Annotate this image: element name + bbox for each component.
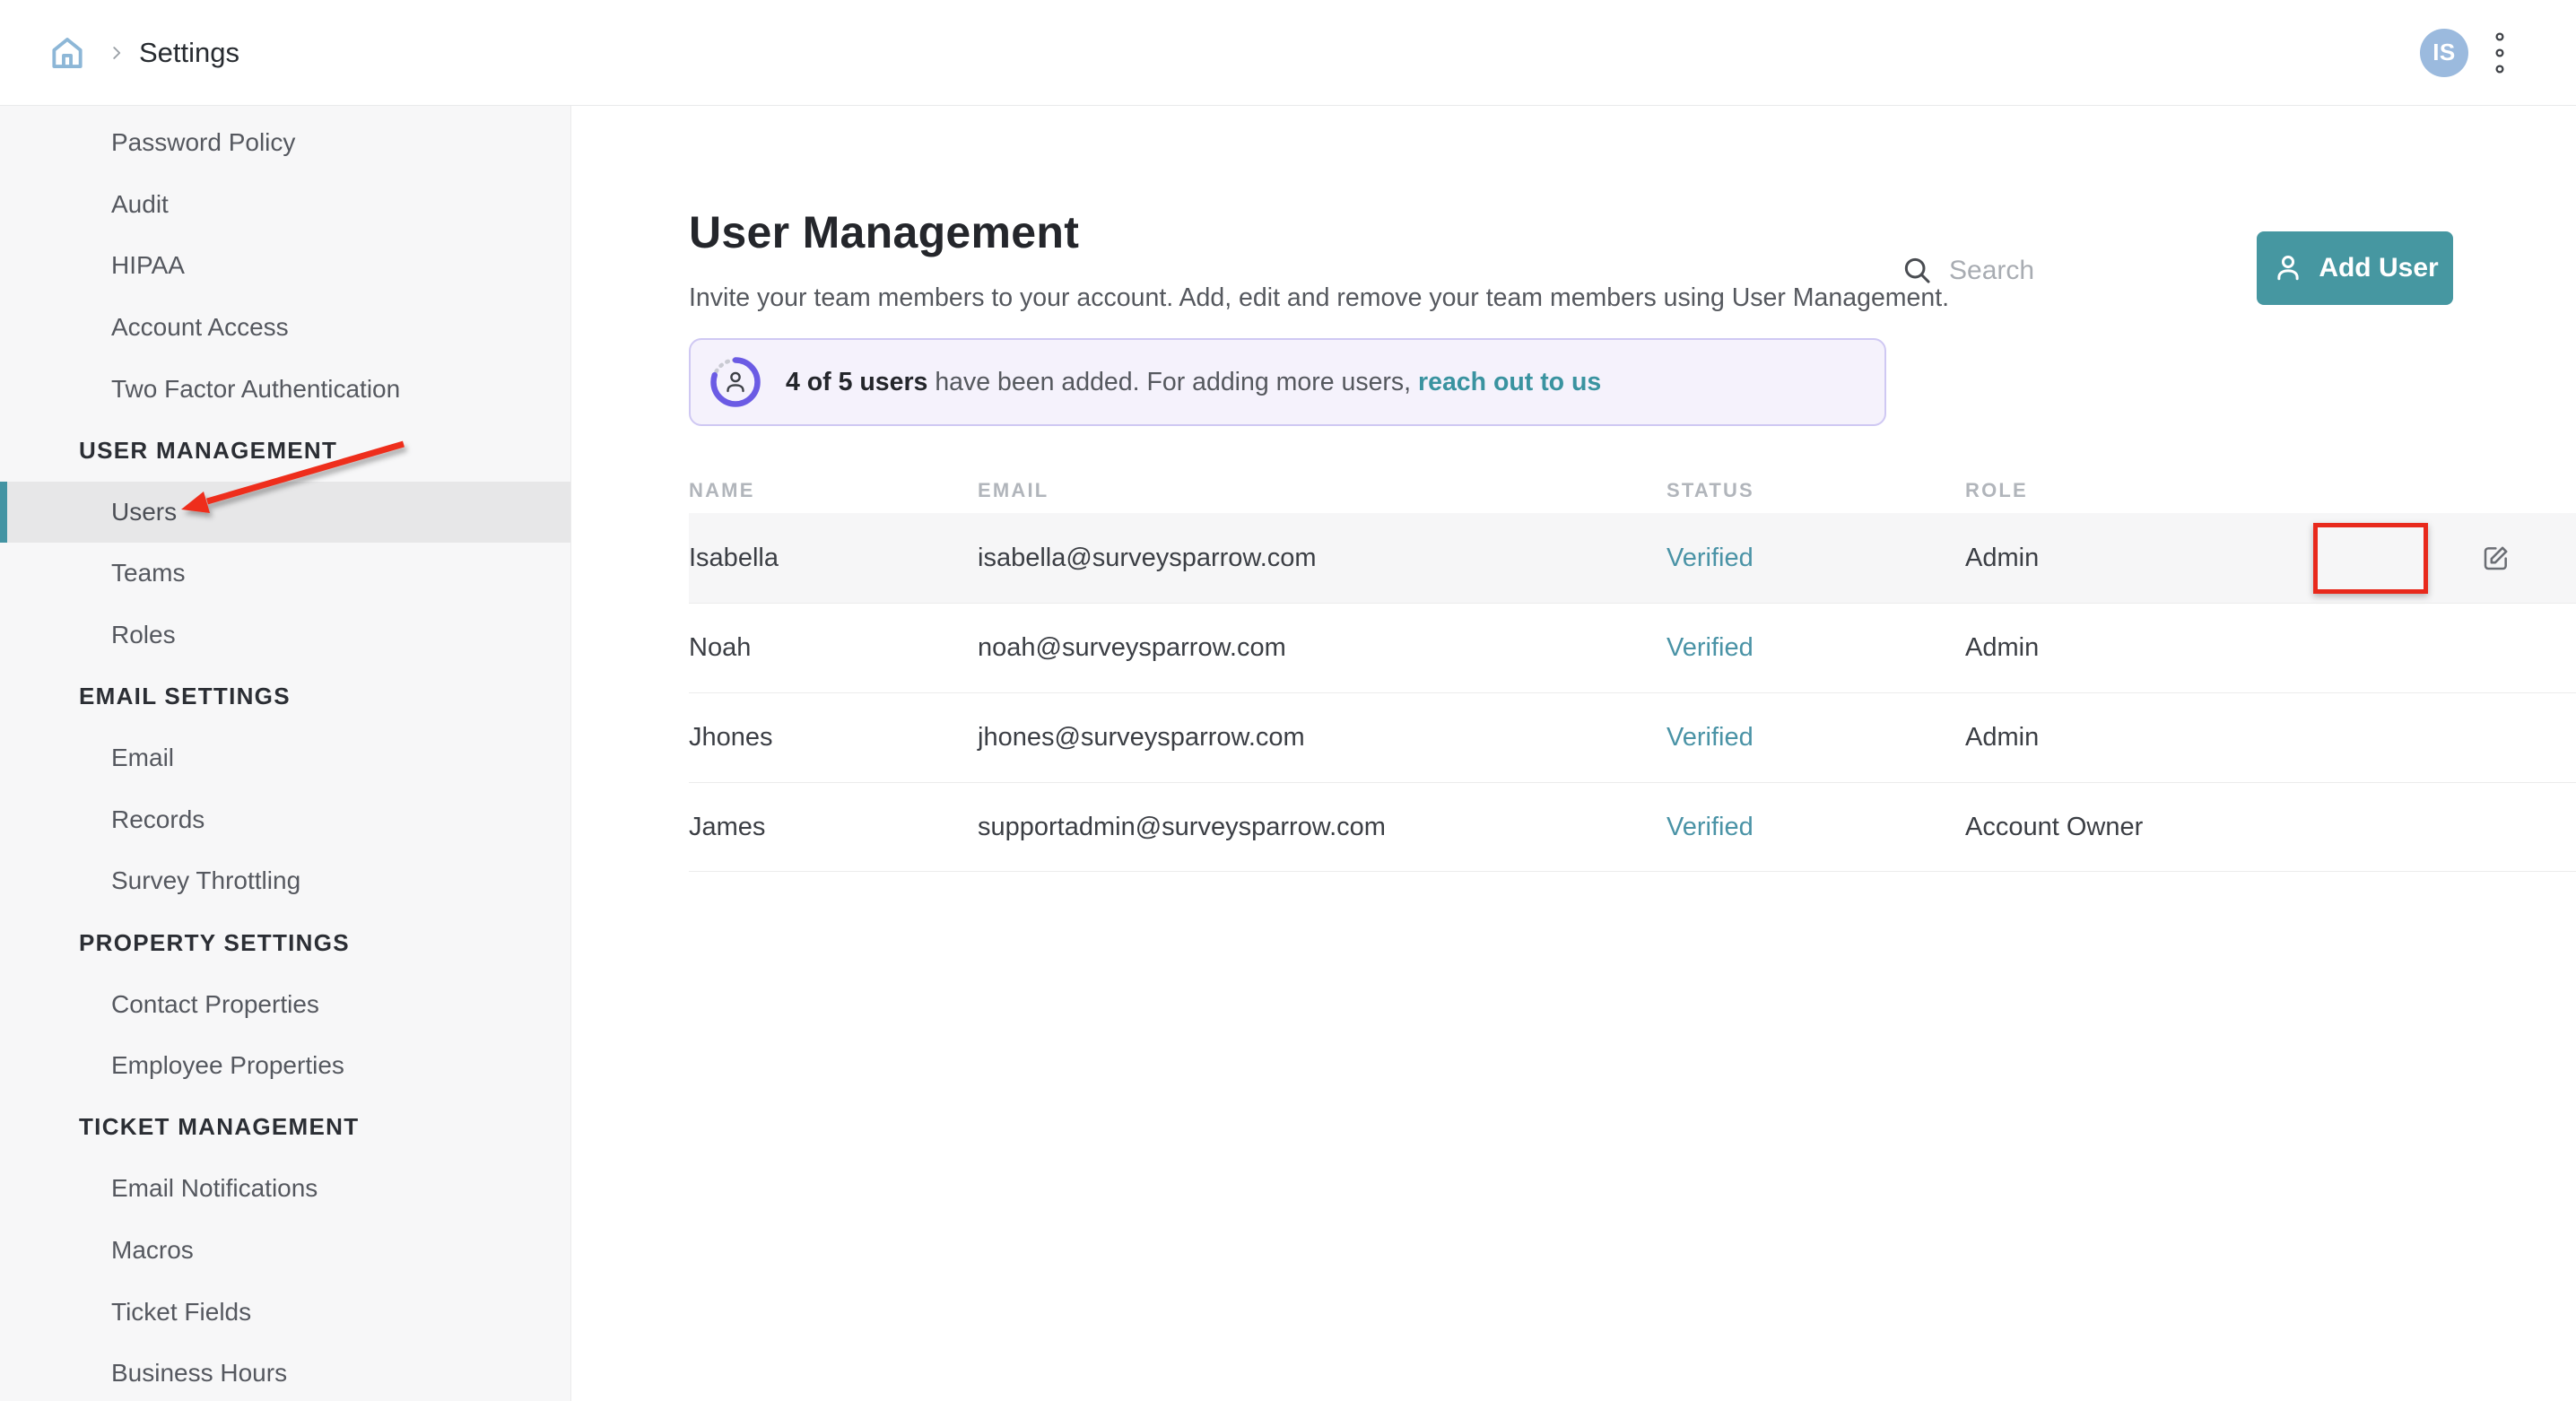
cell-name: Jhones [689, 723, 978, 753]
sidebar-item-hipaa[interactable]: HIPAA [0, 235, 570, 297]
col-header-status: STATUS [1667, 479, 1965, 502]
page-title: User Management [689, 206, 1079, 258]
sidebar-section-property-settings: PROPERTY SETTINGS [0, 912, 570, 974]
edit-user-button[interactable] [2476, 538, 2516, 578]
table-row-noah: Noah noah@surveysparrow.com Verified Adm… [689, 603, 2576, 692]
avatar[interactable]: IS [2420, 29, 2468, 77]
sidebar-item-account-access[interactable]: Account Access [0, 297, 570, 359]
sidebar-item-macros[interactable]: Macros [0, 1220, 570, 1282]
top-bar: Settings IS [0, 0, 2576, 106]
sidebar-item-email[interactable]: Email [0, 727, 570, 789]
cell-email: isabella@surveysparrow.com [978, 544, 1667, 573]
cell-email: supportadmin@surveysparrow.com [978, 813, 1667, 842]
col-header-email: EMAIL [978, 479, 1667, 502]
sidebar-item-contact-properties[interactable]: Contact Properties [0, 973, 570, 1035]
reach-out-link[interactable]: reach out to us [1418, 368, 1601, 396]
cell-status: Verified [1667, 723, 1965, 753]
sidebar-section-user-management: USER MANAGEMENT [0, 420, 570, 482]
sidebar-item-ticket-fields[interactable]: Ticket Fields [0, 1281, 570, 1343]
kebab-menu-icon[interactable] [2490, 26, 2510, 80]
user-limit-message: 4 of 5 users have been added. For adding… [786, 368, 1601, 397]
sidebar-item-business-hours[interactable]: Business Hours [0, 1343, 570, 1401]
cell-name: Isabella [689, 544, 978, 573]
cell-role: Admin [1965, 723, 2576, 753]
settings-sidebar: Password Policy Audit HIPAA Account Acce… [0, 106, 571, 1401]
col-header-role: ROLE [1965, 479, 2576, 502]
search-icon [1901, 254, 1935, 288]
sidebar-item-roles[interactable]: Roles [0, 605, 570, 666]
sidebar-item-password-policy[interactable]: Password Policy [0, 112, 570, 174]
user-limit-banner: 4 of 5 users have been added. For adding… [689, 338, 1886, 426]
sidebar-item-two-factor-auth[interactable]: Two Factor Authentication [0, 358, 570, 420]
cell-status: Verified [1667, 633, 1965, 663]
cell-status: Verified [1667, 544, 1965, 573]
table-row-jhones: Jhones jhones@surveysparrow.com Verified… [689, 692, 2576, 782]
add-user-button[interactable]: Add User [2257, 231, 2453, 305]
add-user-label: Add User [2319, 253, 2438, 283]
sidebar-item-users[interactable]: Users [0, 482, 570, 544]
user-count-text: 4 of 5 users [786, 368, 927, 396]
table-row-isabella: Isabella isabella@surveysparrow.com Veri… [689, 513, 2576, 603]
search-input[interactable] [1949, 249, 2191, 292]
cell-role: Admin [1965, 633, 2576, 663]
sidebar-item-email-notifications[interactable]: Email Notifications [0, 1158, 570, 1220]
app-root: Settings IS Password Policy Audit HIPAA … [0, 0, 2576, 1401]
breadcrumb: Settings [139, 37, 239, 69]
users-table: NAME EMAIL STATUS ROLE Isabella isabella… [689, 468, 2576, 872]
cell-name: James [689, 813, 978, 842]
user-quota-progress-icon [709, 355, 762, 409]
sidebar-section-ticket-management: TICKET MANAGEMENT [0, 1097, 570, 1159]
table-row-james: James supportadmin@surveysparrow.com Ver… [689, 782, 2576, 872]
sidebar-item-audit[interactable]: Audit [0, 174, 570, 236]
sidebar-item-records[interactable]: Records [0, 789, 570, 851]
main-content: User Management Invite your team members… [571, 106, 2576, 1401]
breadcrumb-chevron-icon [107, 41, 126, 65]
sidebar-section-email-settings: EMAIL SETTINGS [0, 666, 570, 727]
edit-pencil-icon [2482, 544, 2511, 572]
user-search [1901, 249, 2191, 292]
sidebar-item-teams[interactable]: Teams [0, 543, 570, 605]
cell-email: jhones@surveysparrow.com [978, 723, 1667, 753]
cell-email: noah@surveysparrow.com [978, 633, 1667, 663]
users-table-header: NAME EMAIL STATUS ROLE [689, 468, 2576, 513]
banner-message-text: have been added. For adding more users, [927, 368, 1418, 396]
cell-name: Noah [689, 633, 978, 663]
page-description: Invite your team members to your account… [689, 283, 1949, 313]
sidebar-item-survey-throttling[interactable]: Survey Throttling [0, 850, 570, 912]
col-header-name: NAME [689, 479, 978, 502]
sidebar-item-employee-properties[interactable]: Employee Properties [0, 1035, 570, 1097]
add-user-person-icon [2271, 251, 2305, 285]
cell-status: Verified [1667, 813, 1965, 842]
cell-role: Account Owner [1965, 813, 2576, 842]
home-icon[interactable] [48, 32, 87, 74]
